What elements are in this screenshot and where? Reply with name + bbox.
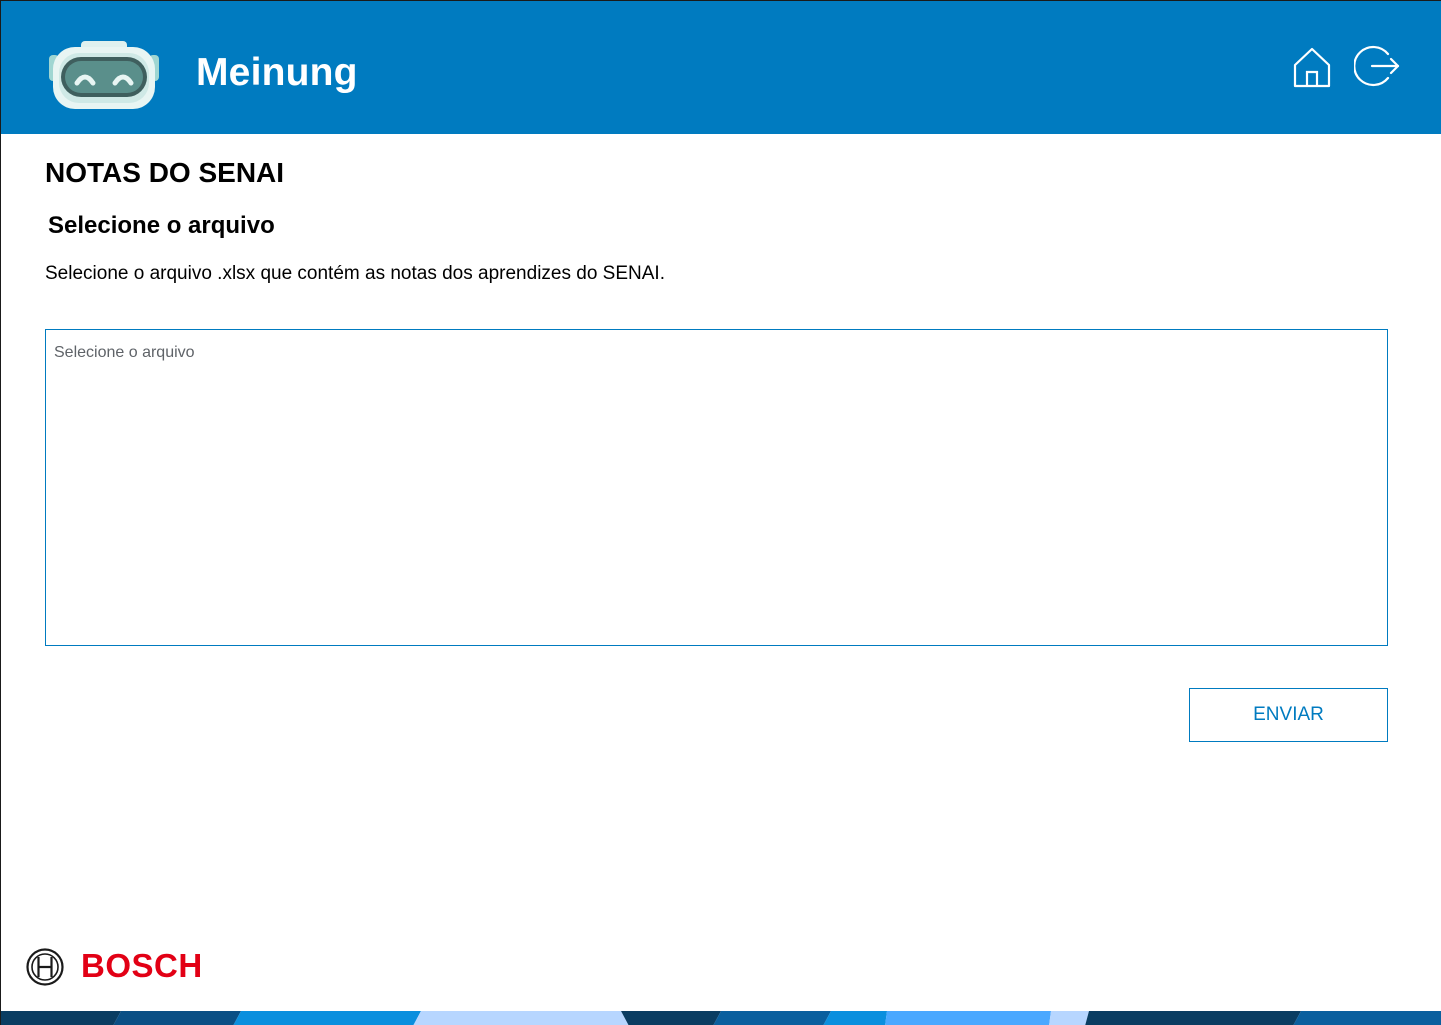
app-header: Meinung — [1, 1, 1441, 134]
app-title: Meinung — [196, 51, 358, 94]
app-window: Meinung NOTAS DO SENAI Selecione o arqui… — [0, 0, 1441, 1025]
submit-button[interactable]: ENVIAR — [1189, 688, 1388, 742]
file-select-input[interactable]: Selecione o arquivo — [45, 329, 1388, 646]
section-title: Selecione o arquivo — [48, 212, 275, 239]
page-title: NOTAS DO SENAI — [45, 157, 285, 188]
upload-description: Selecione o arquivo .xlsx que contém as … — [45, 263, 665, 284]
home-button[interactable] — [1291, 45, 1333, 89]
bosch-brand-name: BOSCH — [81, 947, 203, 984]
footer-color-band — [1, 1011, 1441, 1025]
logout-button[interactable] — [1353, 43, 1402, 89]
bosch-armature-icon — [26, 948, 64, 986]
file-select-placeholder: Selecione o arquivo — [54, 344, 195, 361]
home-icon — [1293, 47, 1331, 88]
robot-mascot-icon — [49, 41, 159, 109]
logout-icon — [1353, 45, 1400, 87]
